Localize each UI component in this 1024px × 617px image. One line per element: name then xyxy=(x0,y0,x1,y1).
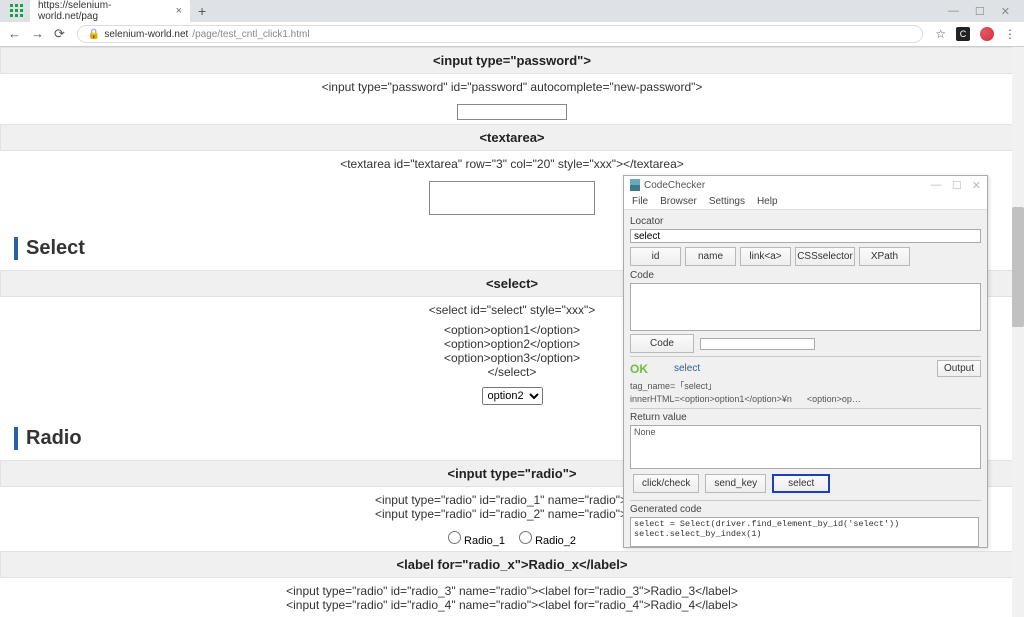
radio-2[interactable]: Radio_2 xyxy=(519,531,576,547)
app-grid-icon[interactable] xyxy=(10,4,24,18)
cc-return-value[interactable]: None xyxy=(630,425,981,469)
cc-locator-input[interactable] xyxy=(630,229,981,243)
cc-locator-label: Locator xyxy=(630,216,981,227)
cc-minimize-icon[interactable]: — xyxy=(931,179,942,192)
radio-code-3: <input type="radio" id="radio_3" name="r… xyxy=(0,578,1024,598)
password-code: <input type="password" id="password" aut… xyxy=(0,74,1024,100)
cc-maximize-icon[interactable]: ☐ xyxy=(952,179,962,192)
radio-code-4: <input type="radio" id="radio_4" name="r… xyxy=(0,598,1024,617)
window-controls: — ☐ ✕ xyxy=(948,5,1024,18)
cc-app-icon xyxy=(630,179,640,191)
extension-icon[interactable]: C xyxy=(956,27,970,41)
browser-chrome: https://selenium-world.net/pag × + — ☐ ✕… xyxy=(0,0,1024,47)
maximize-icon[interactable]: ☐ xyxy=(975,5,985,18)
close-window-icon[interactable]: ✕ xyxy=(1001,5,1010,18)
cc-return-label: Return value xyxy=(630,412,981,423)
reload-icon[interactable]: ⟳ xyxy=(54,26,65,42)
cc-tagname: tag_name=「select」 xyxy=(630,380,981,393)
cc-ok-target: select xyxy=(674,363,700,374)
cc-menu-file[interactable]: File xyxy=(632,196,648,207)
tab-bar: https://selenium-world.net/pag × + — ☐ ✕ xyxy=(0,0,1024,22)
new-tab-button[interactable]: + xyxy=(198,3,206,19)
cc-click-button[interactable]: click/check xyxy=(633,474,699,493)
url-input[interactable]: 🔒 selenium-world.net/page/test_cntl_clic… xyxy=(77,25,923,43)
url-domain: selenium-world.net xyxy=(104,29,188,40)
radio-label-header: <label for="radio_x">Radio_x</label> xyxy=(0,551,1024,578)
cc-close-icon[interactable]: ✕ xyxy=(972,179,981,192)
cc-gencode[interactable]: select = Select(driver.find_element_by_i… xyxy=(630,517,979,547)
lock-icon: 🔒 xyxy=(88,29,100,40)
profile-icon[interactable] xyxy=(980,27,994,41)
cc-menu-settings[interactable]: Settings xyxy=(709,196,745,207)
menu-icon[interactable]: ⋮ xyxy=(1004,27,1016,41)
cc-code-result[interactable] xyxy=(700,338,815,350)
close-icon[interactable]: × xyxy=(176,5,182,17)
textarea-input[interactable] xyxy=(429,181,595,215)
minimize-icon[interactable]: — xyxy=(948,5,959,18)
textarea-header: <textarea> xyxy=(0,124,1024,151)
star-icon[interactable]: ☆ xyxy=(935,27,946,41)
cc-innerhtml: innerHTML=<option>option1</option>¥n <op… xyxy=(630,393,981,406)
cc-id-button[interactable]: id xyxy=(630,247,681,266)
cc-menubar: File Browser Settings Help xyxy=(624,194,987,210)
cc-titlebar[interactable]: CodeChecker — ☐ ✕ xyxy=(624,176,987,194)
forward-icon[interactable]: → xyxy=(31,26,44,42)
codechecker-window: CodeChecker — ☐ ✕ File Browser Settings … xyxy=(623,175,988,548)
cc-code-button[interactable]: Code xyxy=(630,334,694,353)
browser-tab[interactable]: https://selenium-world.net/pag × xyxy=(30,0,190,25)
tab-title: https://selenium-world.net/pag xyxy=(38,0,168,22)
password-input[interactable] xyxy=(457,104,567,120)
select-input[interactable]: option2 xyxy=(482,387,543,405)
radio-1[interactable]: Radio_1 xyxy=(448,531,505,547)
textarea-code: <textarea id="textarea" row="3" col="20"… xyxy=(0,151,1024,177)
cc-sendkey-button[interactable]: send_key xyxy=(705,474,766,493)
address-bar: ← → ⟳ 🔒 selenium-world.net/page/test_cnt… xyxy=(0,22,1024,46)
cc-xpath-button[interactable]: XPath xyxy=(859,247,910,266)
password-header: <input type="password"> xyxy=(0,47,1024,74)
cc-css-button[interactable]: CSSselector xyxy=(795,247,855,266)
url-path: /page/test_cntl_click1.html xyxy=(192,29,309,40)
cc-code-area[interactable] xyxy=(630,283,981,331)
cc-code-label: Code xyxy=(630,270,981,281)
cc-menu-browser[interactable]: Browser xyxy=(660,196,697,207)
cc-gencode-label: Generated code xyxy=(630,504,981,515)
cc-link-button[interactable]: link<a> xyxy=(740,247,791,266)
cc-title: CodeChecker xyxy=(644,180,931,191)
cc-name-button[interactable]: name xyxy=(685,247,736,266)
cc-select-button[interactable]: select xyxy=(772,474,830,493)
scrollbar[interactable] xyxy=(1012,47,1024,617)
cc-menu-help[interactable]: Help xyxy=(757,196,778,207)
cc-ok-status: OK xyxy=(630,362,648,376)
back-icon[interactable]: ← xyxy=(8,26,21,42)
cc-output-button[interactable]: Output xyxy=(937,360,981,377)
